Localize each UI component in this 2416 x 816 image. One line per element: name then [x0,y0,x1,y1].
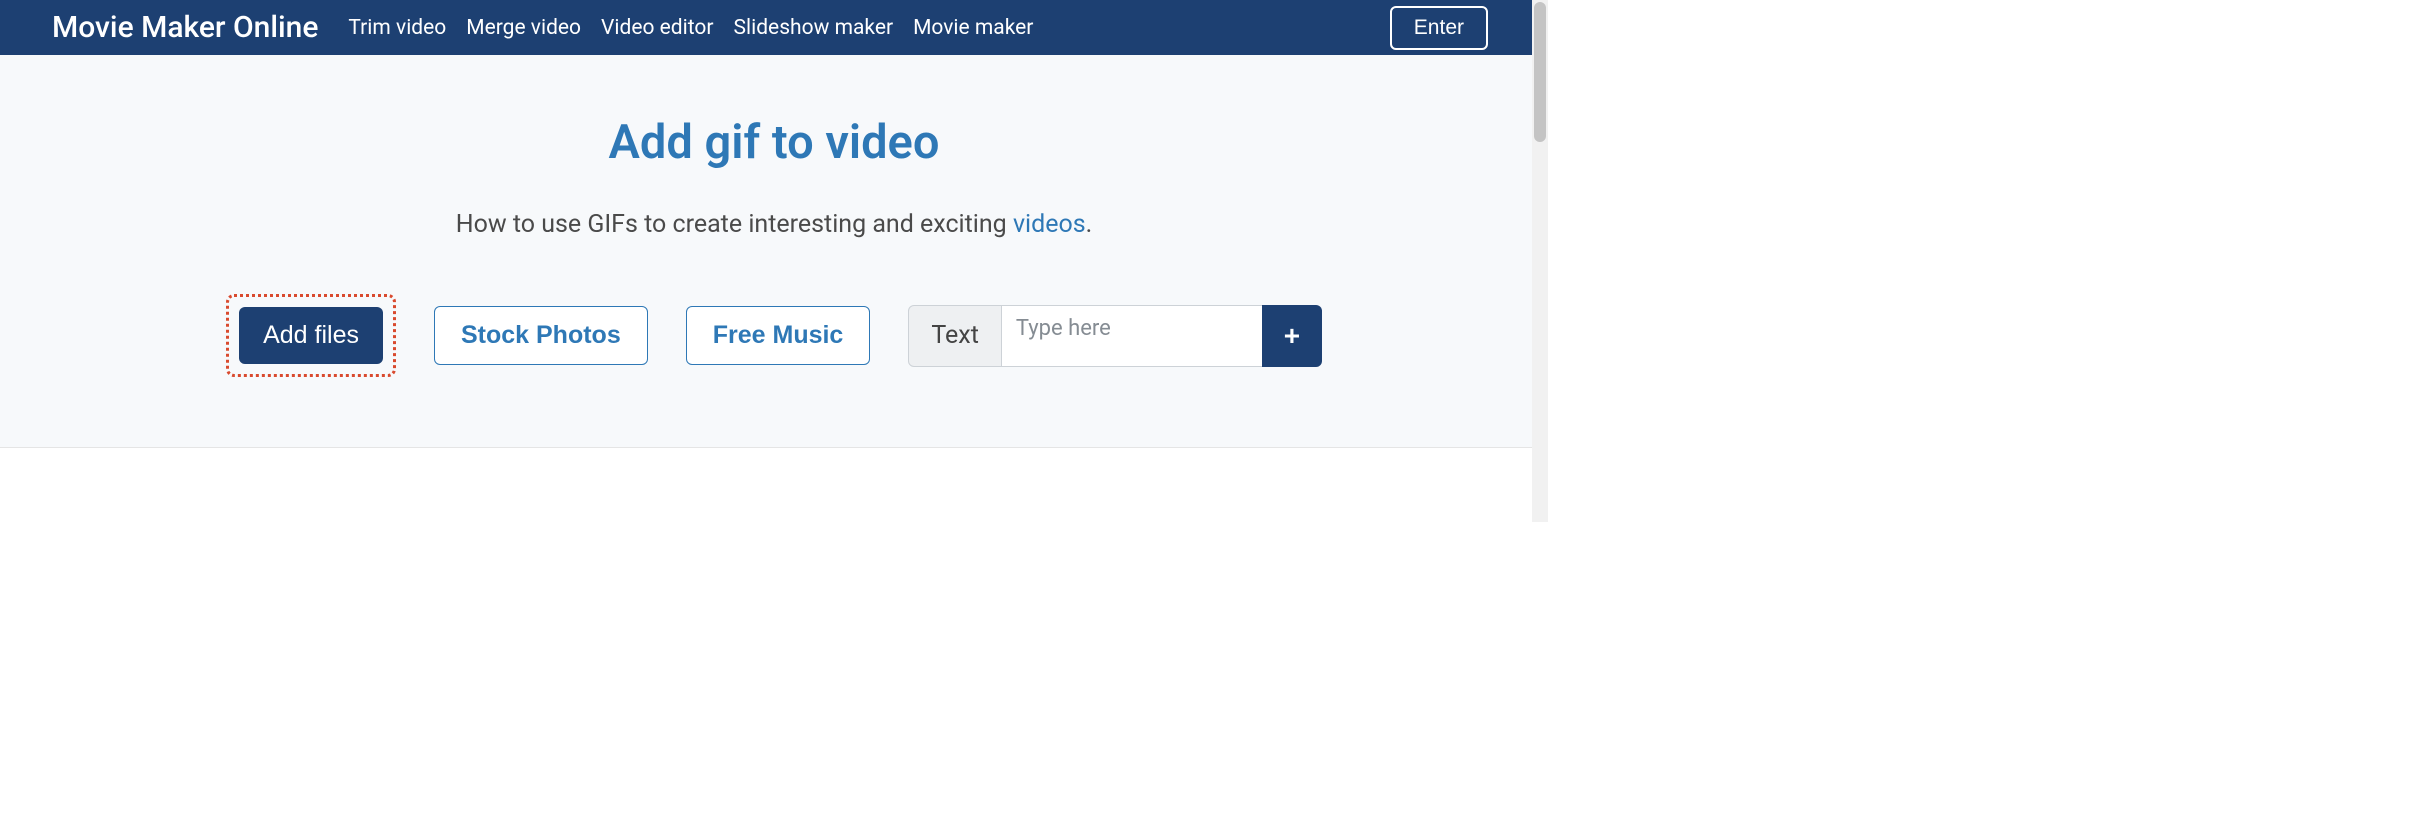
add-files-highlight: Add files [226,294,396,377]
videos-link[interactable]: videos [1013,210,1086,239]
subtitle-text-before: How to use GIFs to create interesting an… [456,210,1013,239]
stock-photos-button[interactable]: Stock Photos [434,306,648,365]
nav-video-editor[interactable]: Video editor [601,16,714,40]
nav-merge-video[interactable]: Merge video [466,16,581,40]
page-subtitle: How to use GIFs to create interesting an… [0,210,1548,239]
text-input[interactable] [1002,305,1262,367]
free-music-button[interactable]: Free Music [686,306,871,365]
text-prefix-label: Text [908,305,1002,367]
nav-slideshow-maker[interactable]: Slideshow maker [734,16,894,40]
page-title: Add gif to video [0,115,1548,170]
scrollbar-thumb[interactable] [1534,2,1546,142]
subtitle-text-after: . [1086,210,1093,239]
brand-logo[interactable]: Movie Maker Online [52,10,318,45]
nav-trim-video[interactable]: Trim video [348,16,446,40]
nav-movie-maker[interactable]: Movie maker [913,16,1033,40]
hero-section: Add gif to video How to use GIFs to crea… [0,55,1548,448]
add-text-button[interactable]: + [1262,305,1322,367]
scrollbar-track[interactable] [1532,0,1548,522]
text-input-group: Text + [908,305,1322,367]
nav-links: Trim video Merge video Video editor Slid… [348,16,1389,40]
top-navbar: Movie Maker Online Trim video Merge vide… [0,0,1548,55]
enter-button[interactable]: Enter [1390,6,1488,50]
add-files-button[interactable]: Add files [239,307,383,364]
action-row: Add files Stock Photos Free Music Text + [0,294,1548,377]
